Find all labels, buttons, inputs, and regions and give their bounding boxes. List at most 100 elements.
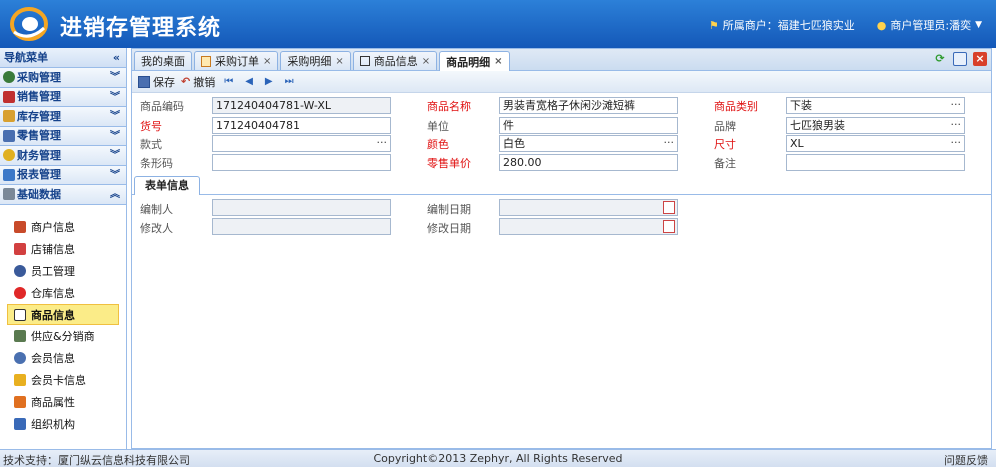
sidebar-item-org[interactable]: 组织机构 (0, 413, 119, 435)
finance-icon (3, 149, 15, 162)
sidebar-item-staff[interactable]: 员工管理 (0, 260, 119, 282)
nav-group-reports[interactable]: 报表管理 ︾ (0, 165, 126, 185)
sidebar-item-warehouse[interactable]: 仓库信息 (0, 282, 119, 304)
category-label: 商品类别 (714, 100, 758, 113)
feedback-link[interactable]: 问题反馈 (944, 452, 988, 467)
sidebar-item-label: 组织机构 (31, 417, 75, 431)
size-field[interactable]: XL ··· (786, 135, 965, 152)
price-field[interactable]: 280.00 (499, 154, 678, 171)
nav-group-label: 零售管理 (17, 129, 61, 143)
more-icon[interactable]: ··· (951, 97, 962, 112)
code-value: 171240404781-W-XL (216, 99, 332, 112)
brand-label: 品牌 (714, 120, 736, 133)
name-value: 男装青宽格子休闲沙滩短裤 (503, 99, 635, 112)
undo-label: 撤销 (193, 75, 216, 89)
sidebar: 导航菜单 « 采购管理 ︾ 销售管理 ︾ 库存管理 ︾ 零售管理 ︾ 财务管理 … (0, 48, 127, 449)
close-icon[interactable]: × (422, 56, 430, 67)
nav-group-finance[interactable]: 财务管理 ︾ (0, 146, 126, 166)
tab-list: 我的桌面 采购订单 × 采购明细 × 商品信息 × 商品明细 × (134, 51, 510, 71)
save-button[interactable]: 保存 (138, 74, 175, 90)
nav-group-inventory[interactable]: 库存管理 ︾ (0, 107, 126, 127)
chevron-down-icon: ︾ (110, 150, 120, 161)
name-field[interactable]: 男装青宽格子休闲沙滩短裤 (499, 97, 678, 114)
form-toolbar: 保存 ↶ 撤销 ⏮ ◀ ▶ ⏭ (132, 71, 991, 93)
close-icon[interactable]: × (335, 56, 343, 67)
member-icon (14, 352, 26, 365)
refresh-icon[interactable]: ⟳ (933, 52, 947, 66)
sidebar-item-supplier[interactable]: 供应&分销商 (0, 325, 119, 347)
color-field[interactable]: 白色 ··· (499, 135, 678, 152)
modified-date-label: 修改日期 (427, 222, 471, 235)
save-icon (138, 75, 150, 88)
nav-group-label: 财务管理 (17, 148, 61, 162)
app-header: 进销存管理系统 ⚑ 所属商户：福建七匹狼实业 ● 商户管理员:潘奕 ▼ (0, 0, 996, 48)
name-label: 商品名称 (427, 100, 471, 113)
first-record-icon[interactable]: ⏮ (224, 76, 233, 87)
calendar-icon[interactable] (663, 220, 675, 233)
admin-label[interactable]: 商户管理员:潘奕 (890, 17, 971, 33)
more-icon[interactable]: ··· (664, 135, 675, 150)
sku-value: 171240404781 (216, 119, 300, 132)
sidebar-item-label: 会员卡信息 (31, 373, 86, 387)
nav-group-sales[interactable]: 销售管理 ︾ (0, 87, 126, 107)
app-title: 进销存管理系统 (60, 16, 222, 41)
tab-label: 采购明细 (287, 55, 332, 68)
unit-field[interactable]: 件 (499, 117, 678, 134)
tab-purchase-order[interactable]: 采购订单 × (194, 51, 279, 70)
code-field: 171240404781-W-XL (212, 97, 391, 114)
more-icon[interactable]: ··· (951, 117, 962, 132)
last-record-icon[interactable]: ⏭ (285, 76, 294, 87)
chevron-down-icon[interactable]: ▼ (975, 20, 982, 30)
close-window-icon[interactable]: × (973, 52, 987, 66)
store-icon (14, 243, 26, 256)
shirt-icon (359, 56, 370, 66)
sidebar-item-label: 商品属性 (31, 395, 75, 409)
barcode-field[interactable] (212, 154, 391, 171)
logo-icon (10, 7, 48, 41)
tab-product-detail[interactable]: 商品明细 × (439, 51, 510, 71)
more-icon[interactable]: ··· (951, 135, 962, 150)
prev-record-icon[interactable]: ◀ (245, 76, 253, 87)
sidebar-item-member[interactable]: 会员信息 (0, 347, 119, 369)
size-label: 尺寸 (714, 138, 736, 151)
chevron-down-icon: ︾ (110, 72, 120, 83)
close-icon[interactable]: × (263, 56, 271, 67)
calendar-icon[interactable] (663, 201, 675, 214)
style-field[interactable]: ··· (212, 135, 391, 152)
close-icon[interactable]: × (494, 56, 502, 67)
sidebar-item-product-attr[interactable]: 商品属性 (0, 391, 119, 413)
sidebar-item-product[interactable]: 商品信息 (7, 303, 119, 326)
category-value: 下装 (790, 99, 812, 112)
basic-data-menu: 商户信息 店铺信息 员工管理 仓库信息 商品信息 供应&分销商 会员信息 会员卡… (0, 205, 126, 435)
color-label: 颜色 (427, 138, 449, 151)
category-field[interactable]: 下装 ··· (786, 97, 965, 114)
collapse-sidebar-icon[interactable]: « (113, 48, 120, 68)
sidebar-title-text: 导航菜单 (4, 51, 48, 64)
maximize-icon[interactable] (953, 52, 967, 66)
nav-group-retail[interactable]: 零售管理 ︾ (0, 126, 126, 146)
tab-label: 商品信息 (373, 55, 418, 68)
barcode-label: 条形码 (140, 157, 173, 170)
sidebar-item-merchant[interactable]: 商户信息 (0, 217, 119, 239)
sidebar-item-store[interactable]: 店铺信息 (0, 238, 119, 260)
code-label: 商品编码 (140, 100, 184, 113)
staff-icon (14, 264, 26, 277)
remark-field[interactable] (786, 154, 965, 171)
user-icon: ● (876, 18, 887, 32)
sku-field[interactable]: 171240404781 (212, 117, 391, 134)
sidebar-item-label: 供应&分销商 (31, 330, 95, 344)
nav-group-basic-data[interactable]: 基础数据 ︽ (0, 185, 126, 205)
tab-desktop[interactable]: 我的桌面 (134, 51, 192, 70)
sidebar-item-member-card[interactable]: 会员卡信息 (0, 369, 119, 391)
brand-field[interactable]: 七匹狼男装 ··· (786, 117, 965, 134)
tab-form-info[interactable]: 表单信息 (134, 176, 200, 195)
basic-data-icon (3, 188, 15, 201)
next-record-icon[interactable]: ▶ (265, 76, 273, 87)
more-icon[interactable]: ··· (377, 135, 388, 150)
tab-purchase-detail[interactable]: 采购明细 × (280, 51, 351, 70)
nav-group-purchase[interactable]: 采购管理 ︾ (0, 68, 126, 88)
tab-product-info[interactable]: 商品信息 × (352, 51, 438, 70)
modified-date-field (499, 218, 678, 235)
undo-button[interactable]: ↶ 撤销 (181, 74, 215, 90)
footer: Copyright©2013 Zephyr, All Rights Reserv… (0, 449, 996, 467)
